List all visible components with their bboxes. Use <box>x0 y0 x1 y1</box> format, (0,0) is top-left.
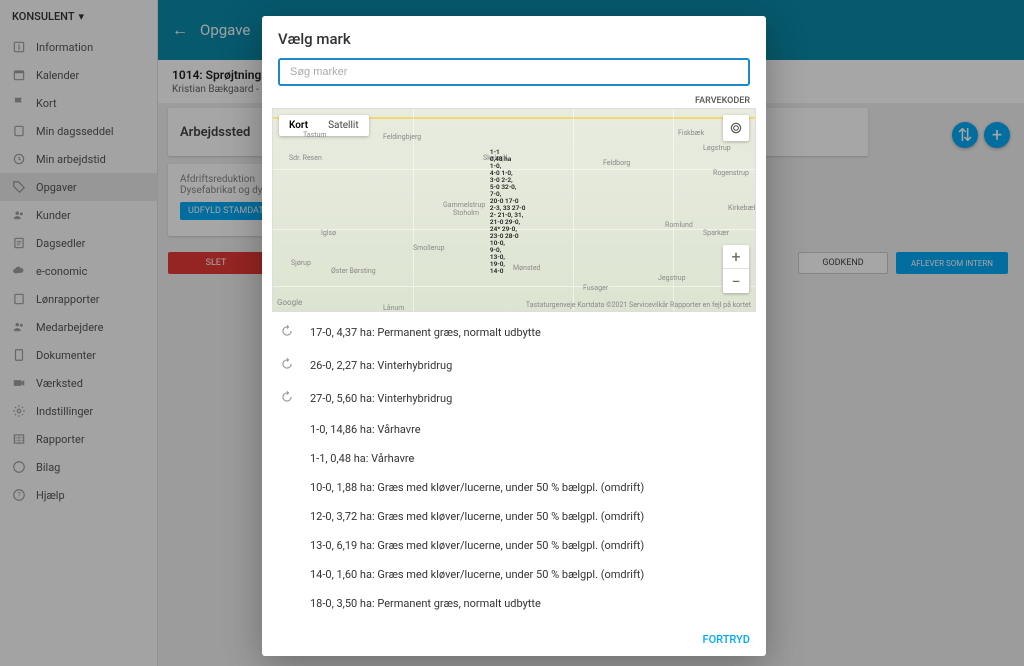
field-list-item[interactable]: 1-0, 14,86 ha: Vårhavre <box>266 415 762 444</box>
field-list-item-text: 17-0, 4,37 ha: Permanent græs, normalt u… <box>310 326 541 339</box>
map-town-label: Jegstrup <box>658 274 686 282</box>
modal-title: Vælg mark <box>278 30 750 48</box>
map-town-label: Rogenstrup <box>713 169 749 177</box>
field-list-item[interactable]: 14-0, 1,60 ha: Græs med kløver/lucerne, … <box>266 560 762 589</box>
field-list-item-text: 10-0, 1,88 ha: Græs med kløver/lucerne, … <box>310 481 644 494</box>
map-town-label: Sparkær <box>703 229 729 237</box>
map-town-label: Feldingbjerg <box>383 133 421 141</box>
map-town-label: Tastum <box>303 131 327 139</box>
history-icon <box>280 357 296 374</box>
field-list-item[interactable]: 27-0, 5,60 ha: Vinterhybridrug <box>266 382 762 415</box>
field-list-item-text: 27-0, 5,60 ha: Vinterhybridrug <box>310 392 452 405</box>
field-list-item-text: 13-0, 6,19 ha: Græs med kløver/lucerne, … <box>310 539 644 552</box>
map-road <box>573 109 574 311</box>
field-list-item[interactable]: 10-0, 1,88 ha: Græs med kløver/lucerne, … <box>266 473 762 502</box>
map-town-label: Sdr. Resen <box>289 154 322 162</box>
map-zoom-controls: + − <box>723 245 749 293</box>
map-town-label: Kirkebæk <box>728 204 756 212</box>
history-icon <box>280 390 296 407</box>
map-town-label: Løgstrup <box>703 144 731 152</box>
map-town-label: Fiskbæk <box>678 129 704 137</box>
map-field-labels-cluster: 1-10,48 ha1-0,4-0 1-0,3-0 2-2,5-0 32-0,7… <box>490 149 550 275</box>
cancel-button[interactable]: FORTRYD <box>703 633 750 646</box>
color-codes-link[interactable]: FARVEKODER <box>695 96 750 106</box>
field-list-item[interactable]: 13-0, 6,19 ha: Græs med kløver/lucerne, … <box>266 531 762 560</box>
field-list-item-text: 1-0, 14,86 ha: Vårhavre <box>310 423 421 436</box>
map-town-label: Romlund <box>665 221 693 229</box>
field-list-item-text: 1-1, 0,48 ha: Vårhavre <box>310 452 414 465</box>
map-zoom-out[interactable]: − <box>723 269 749 293</box>
modal-header: Vælg mark <box>262 16 766 94</box>
map-town-label: Gammelstrup <box>443 201 485 209</box>
field-list[interactable]: 17-0, 4,37 ha: Permanent græs, normalt u… <box>262 316 766 623</box>
map-town-label: Øster Børsting <box>331 267 376 275</box>
map-town-label: Feldborg <box>603 159 630 167</box>
history-icon <box>280 324 296 341</box>
select-field-modal: Vælg mark FARVEKODER Kort Satellit + − T… <box>262 16 766 656</box>
field-list-item-text: 14-0, 1,60 ha: Græs med kløver/lucerne, … <box>310 568 644 581</box>
map-zoom-in[interactable]: + <box>723 245 749 269</box>
map-locate-button[interactable] <box>723 115 749 141</box>
field-list-item[interactable]: 26-0, 2,27 ha: Vinterhybridrug <box>266 349 762 382</box>
field-list-item[interactable]: 17-0, 4,37 ha: Permanent græs, normalt u… <box>266 316 762 349</box>
map-town-label: Fusager <box>583 284 608 292</box>
crosshair-icon <box>729 121 743 135</box>
map[interactable]: Kort Satellit + − TastumFeldingbjergFisk… <box>272 108 756 312</box>
field-list-item-text: 26-0, 2,27 ha: Vinterhybridrug <box>310 359 452 372</box>
field-list-item[interactable]: 12-0, 3,72 ha: Græs med kløver/lucerne, … <box>266 502 762 531</box>
search-fields-input[interactable] <box>278 58 750 86</box>
map-attribution: Tastaturgenveje Kortdata ©2021 Servicevi… <box>526 301 751 309</box>
field-list-item-text: 18-0, 3,50 ha: Permanent græs, normalt u… <box>310 597 541 610</box>
field-list-item-text: 12-0, 3,72 ha: Græs med kløver/lucerne, … <box>310 510 644 523</box>
map-google-logo: Google <box>277 298 302 307</box>
map-town-label: Iglsø <box>321 229 336 237</box>
map-town-label: Sjørup <box>291 259 311 267</box>
field-list-item[interactable]: 18-0, 3,50 ha: Permanent græs, normalt u… <box>266 589 762 618</box>
map-town-label: Smollerup <box>413 244 445 252</box>
map-town-label: Stoholm <box>453 209 479 217</box>
map-road <box>273 286 755 287</box>
field-list-item[interactable]: 1-1, 0,48 ha: Vårhavre <box>266 444 762 473</box>
map-town-label: Lånum <box>383 304 404 312</box>
